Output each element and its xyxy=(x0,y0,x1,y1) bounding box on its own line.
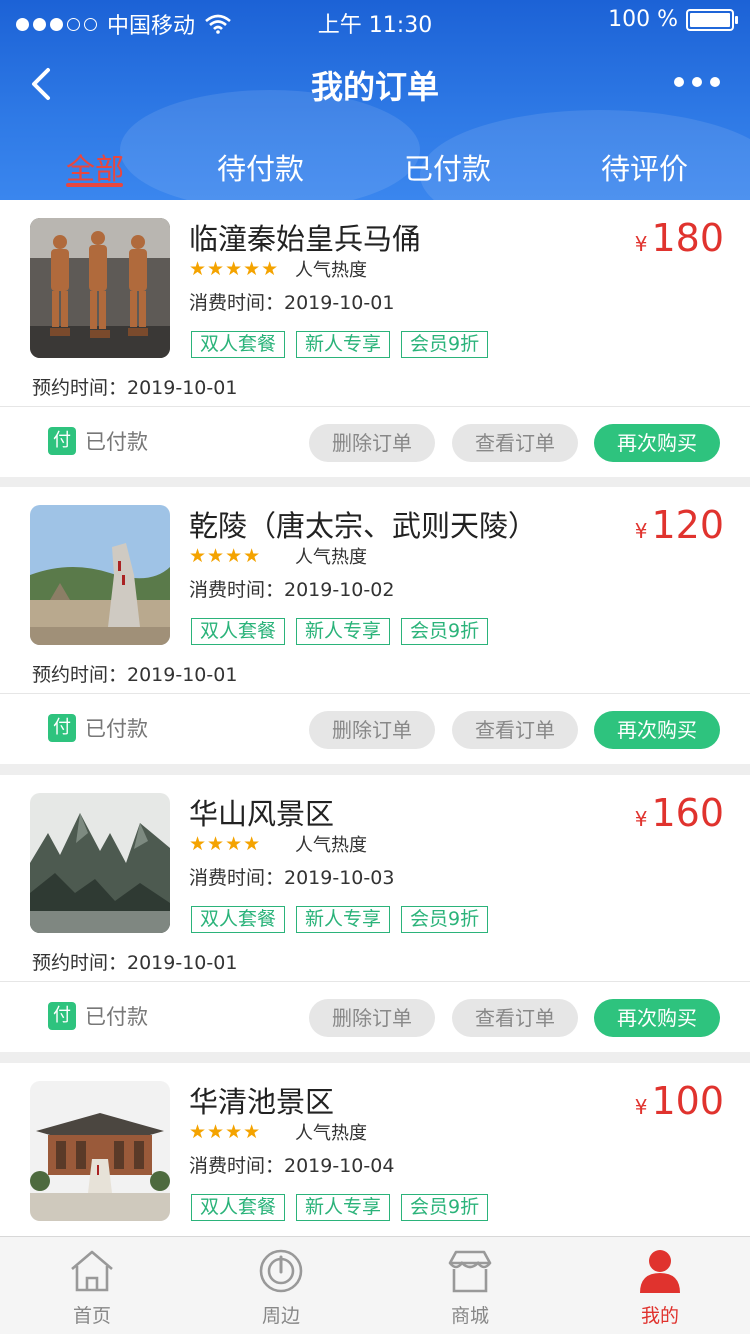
tabbar-home[interactable]: 首页 xyxy=(12,1237,172,1334)
store-icon xyxy=(448,1250,492,1293)
booking-time: 预约时间：2019-10-01 xyxy=(32,377,238,399)
order-tags: 双人套餐 新人专享 会员9折 xyxy=(191,1194,489,1221)
payment-status: 付 已付款 xyxy=(48,1001,148,1031)
order-card: 华山风景区 ¥160 ★★★★ 人气热度 消费时间：2019-10-03 双人套… xyxy=(0,775,750,1052)
tag-member-discount: 会员9折 xyxy=(401,331,489,358)
order-price: ¥160 xyxy=(634,791,724,835)
tag-new-user: 新人专享 xyxy=(296,906,391,933)
consume-time: 消费时间：2019-10-03 xyxy=(189,867,395,889)
consume-time: 消费时间：2019-10-04 xyxy=(189,1155,395,1177)
paid-icon: 付 xyxy=(48,1002,76,1030)
bottom-tab-bar: 首页 周边 商城 我的 xyxy=(0,1236,750,1334)
popularity-rating: ★★★★★ 人气热度 xyxy=(189,258,367,281)
battery-label: 100 % xyxy=(608,7,678,32)
tag-new-user: 新人专享 xyxy=(296,618,391,645)
view-order-button[interactable]: 查看订单 xyxy=(452,424,578,462)
consume-time: 消费时间：2019-10-01 xyxy=(189,292,395,314)
tag-couple-package: 双人套餐 xyxy=(191,618,286,645)
profile-icon xyxy=(640,1250,680,1293)
popularity-rating: ★★★★ 人气热度 xyxy=(189,1121,367,1144)
tab-paid[interactable]: 已付款 xyxy=(404,146,491,188)
tab-pending-review[interactable]: 待评价 xyxy=(601,146,688,188)
order-list: 临潼秦始皇兵马俑 ¥180 ★★★★★ 人气热度 消费时间：2019-10-01… xyxy=(0,200,750,1236)
tag-member-discount: 会员9折 xyxy=(401,618,489,645)
buy-again-button[interactable]: 再次购买 xyxy=(594,999,720,1037)
tag-member-discount: 会员9折 xyxy=(401,1194,489,1221)
order-title[interactable]: 华山风景区 xyxy=(189,791,334,833)
page-title: 我的订单 xyxy=(310,68,439,106)
tabbar-profile[interactable]: 我的 xyxy=(580,1237,740,1334)
order-price: ¥120 xyxy=(634,503,724,547)
tag-couple-package: 双人套餐 xyxy=(191,331,286,358)
buy-again-button[interactable]: 再次购买 xyxy=(594,711,720,749)
star-rating-icon: ★★★★ xyxy=(189,833,262,855)
divider xyxy=(0,693,750,694)
order-card: 华清池景区 ¥100 ★★★★ 人气热度 消费时间：2019-10-04 双人套… xyxy=(0,1063,750,1236)
paid-icon: 付 xyxy=(48,714,76,742)
order-title[interactable]: 乾陵（唐太宗、武则天陵） xyxy=(189,503,537,545)
star-rating-icon: ★★★★★ xyxy=(189,258,280,280)
order-tags: 双人套餐 新人专享 会员9折 xyxy=(191,331,489,358)
tab-all[interactable]: 全部 xyxy=(66,146,124,188)
order-tags: 双人套餐 新人专享 会员9折 xyxy=(191,906,489,933)
payment-status: 付 已付款 xyxy=(48,713,148,743)
nearby-icon xyxy=(259,1249,303,1293)
view-order-button[interactable]: 查看订单 xyxy=(452,711,578,749)
popularity-rating: ★★★★ 人气热度 xyxy=(189,545,367,568)
divider xyxy=(0,981,750,982)
delete-order-button[interactable]: 删除订单 xyxy=(309,424,435,462)
status-bar: 中国移动 上午 11:30 100 % xyxy=(0,0,750,40)
tag-member-discount: 会员9折 xyxy=(401,906,489,933)
star-rating-icon: ★★★★ xyxy=(189,1121,262,1143)
star-rating-icon: ★★★★ xyxy=(189,545,262,567)
tab-pending-payment[interactable]: 待付款 xyxy=(217,146,304,188)
order-card: 临潼秦始皇兵马俑 ¥180 ★★★★★ 人气热度 消费时间：2019-10-01… xyxy=(0,200,750,477)
paid-icon: 付 xyxy=(48,427,76,455)
tabbar-store[interactable]: 商城 xyxy=(390,1237,550,1334)
order-tabs: 全部 待付款 已付款 待评价 xyxy=(0,140,750,200)
order-card: 乾陵（唐太宗、武则天陵） ¥120 ★★★★ 人气热度 消费时间：2019-10… xyxy=(0,487,750,764)
delete-order-button[interactable]: 删除订单 xyxy=(309,999,435,1037)
popularity-rating: ★★★★ 人气热度 xyxy=(189,833,367,856)
active-tab-indicator xyxy=(66,183,123,187)
consume-time: 消费时间：2019-10-02 xyxy=(189,579,395,601)
home-icon xyxy=(71,1250,113,1292)
delete-order-button[interactable]: 删除订单 xyxy=(309,711,435,749)
tag-couple-package: 双人套餐 xyxy=(191,906,286,933)
terracotta-warriors-image xyxy=(30,218,170,358)
huashan-mountain-image xyxy=(30,793,170,933)
more-icon[interactable] xyxy=(674,77,720,87)
nav-bar: 我的订单 xyxy=(0,40,750,128)
order-price: ¥100 xyxy=(634,1079,724,1123)
tag-new-user: 新人专享 xyxy=(296,1194,391,1221)
booking-time: 预约时间：2019-10-01 xyxy=(32,664,238,686)
header: 中国移动 上午 11:30 100 % 我的订单 全部 待付款 已付款 待评价 xyxy=(0,0,750,200)
booking-time: 预约时间：2019-10-01 xyxy=(32,952,238,974)
qianling-tomb-image xyxy=(30,505,170,645)
order-title[interactable]: 华清池景区 xyxy=(189,1079,334,1121)
order-tags: 双人套餐 新人专享 会员9折 xyxy=(191,618,489,645)
huaqing-pool-image xyxy=(30,1081,170,1221)
tag-new-user: 新人专享 xyxy=(296,331,391,358)
battery-icon xyxy=(686,8,738,31)
order-title[interactable]: 临潼秦始皇兵马俑 xyxy=(189,216,421,258)
buy-again-button[interactable]: 再次购买 xyxy=(594,424,720,462)
payment-status: 付 已付款 xyxy=(48,426,148,456)
order-price: ¥180 xyxy=(634,216,724,260)
tag-couple-package: 双人套餐 xyxy=(191,1194,286,1221)
view-order-button[interactable]: 查看订单 xyxy=(452,999,578,1037)
tabbar-nearby[interactable]: 周边 xyxy=(201,1237,361,1334)
divider xyxy=(0,406,750,407)
